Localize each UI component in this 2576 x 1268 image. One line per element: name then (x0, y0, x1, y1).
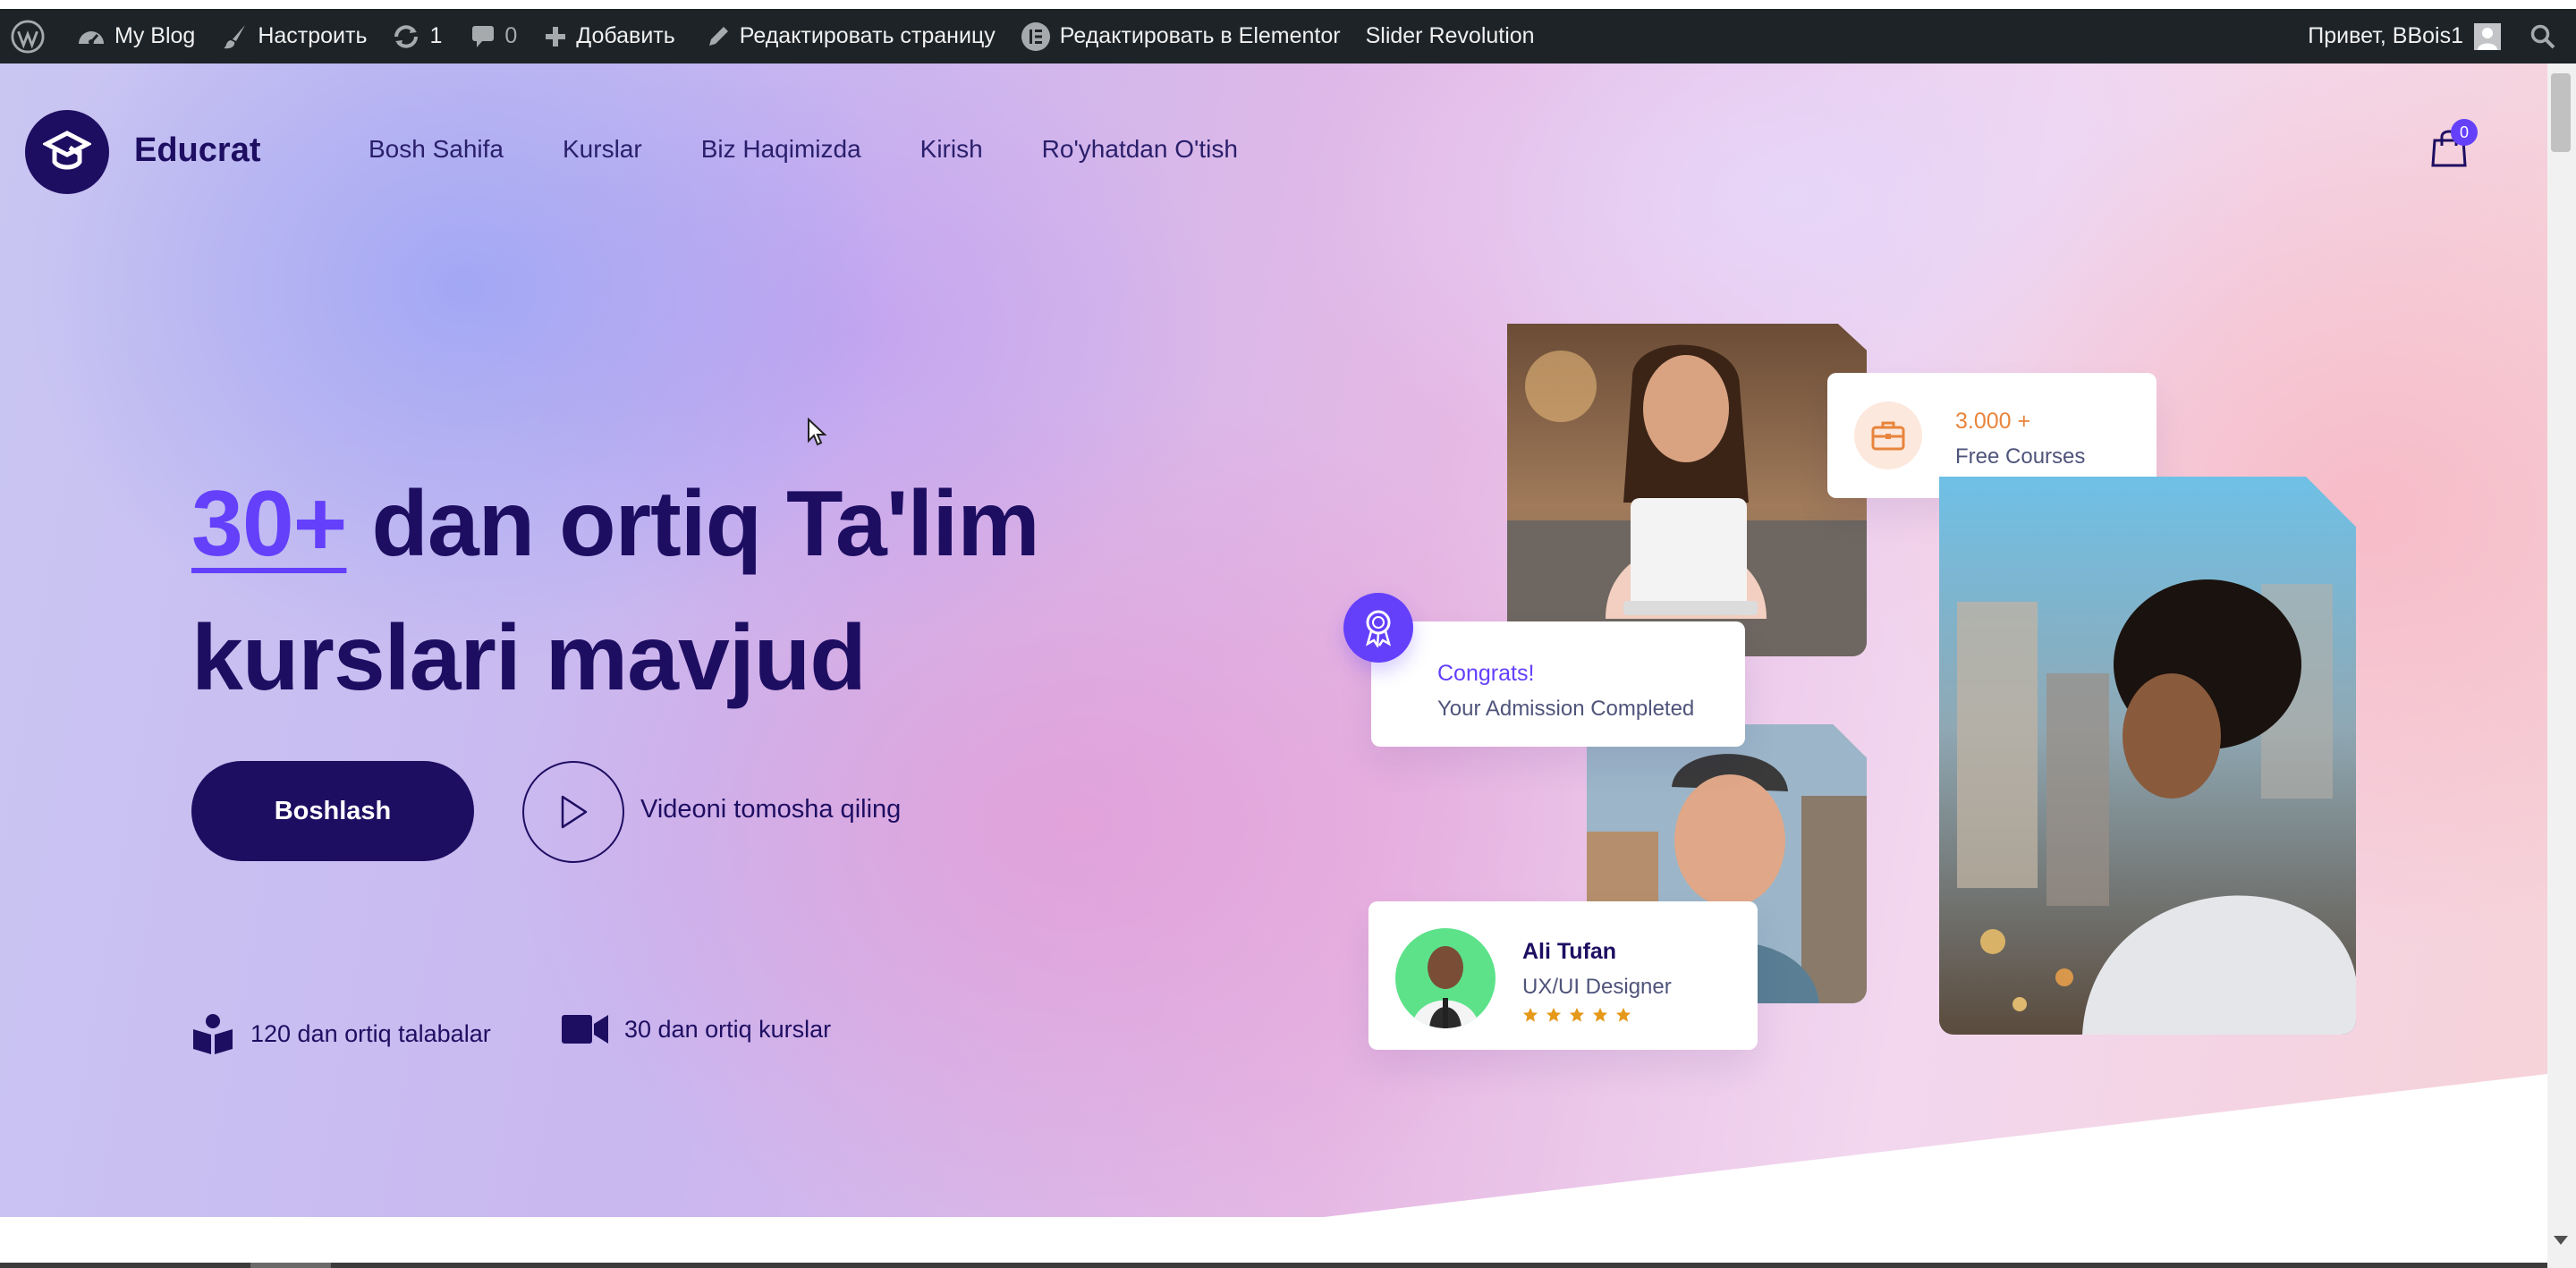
start-button[interactable]: Boshlash (191, 761, 474, 861)
brush-icon (224, 24, 246, 48)
stat-courses-label: 30 dan ortiq kurslar (624, 1015, 832, 1043)
slider-revolution-link[interactable]: Slider Revolution (1353, 9, 1547, 63)
nav-item-courses[interactable]: Kurslar (563, 135, 642, 164)
mouse-cursor (808, 418, 827, 446)
avatar (2474, 22, 2501, 50)
comments-link[interactable]: 0 (454, 9, 530, 63)
updates-link[interactable]: 1 (379, 9, 454, 63)
admin-bar-right: Привет, BBois1 (2295, 9, 2576, 63)
star-icon (1592, 1007, 1608, 1022)
scroll-down-arrow-icon[interactable] (2554, 1236, 2568, 1245)
hero-bottom-wave (1324, 1074, 2547, 1217)
vertical-scrollbar-thumb[interactable] (2551, 73, 2571, 152)
congrats-title: Congrats! (1437, 661, 1535, 686)
site-name-menu[interactable]: My Blog (57, 9, 208, 63)
updates-count: 1 (429, 23, 443, 48)
photo-student-laptop (1507, 324, 1867, 656)
window-top-edge (0, 0, 2576, 9)
nav-item-register[interactable]: Ro'yhatdan O'tish (1042, 135, 1238, 164)
nav-item-login[interactable]: Kirish (920, 135, 983, 164)
star-icon (1569, 1007, 1585, 1022)
free-courses-value: 3.000 + (1955, 409, 2031, 434)
vertical-scrollbar[interactable] (2547, 63, 2576, 1268)
add-new-menu[interactable]: Добавить (530, 9, 688, 63)
headline-accent: 30+ (191, 472, 347, 576)
congrats-card: Congrats! Your Admission Completed (1371, 621, 1745, 747)
plus-icon (546, 26, 566, 46)
dashboard-icon (79, 30, 104, 45)
star-icon (1615, 1007, 1631, 1022)
award-badge (1343, 593, 1413, 663)
search-icon (2530, 24, 2555, 48)
instructor-name: Ali Tufan (1522, 939, 1617, 964)
photo-woman-city (1939, 477, 2356, 1035)
hero-section: Educrat Bosh Sahifa Kurslar Biz Haqimizd… (0, 63, 2547, 1217)
nav-item-about[interactable]: Biz Haqimizda (701, 135, 861, 164)
logo-badge[interactable] (25, 110, 109, 194)
edit-elementor-label: Редактировать в Elementor (1059, 23, 1341, 48)
logo-text[interactable]: Educrat (134, 131, 260, 170)
star-icon (1546, 1007, 1562, 1022)
stat-students-label: 120 dan ortiq talabalar (250, 1019, 491, 1047)
horizontal-scrollbar-thumb[interactable] (250, 1263, 331, 1268)
slider-revolution-label: Slider Revolution (1365, 23, 1535, 48)
edit-page-link[interactable]: Редактировать страницу (688, 9, 1008, 63)
pencil-icon (708, 26, 728, 46)
instructor-role: UX/UI Designer (1522, 975, 1672, 999)
edit-elementor-link[interactable]: Редактировать в Elementor (1008, 9, 1353, 63)
customize-label: Настроить (258, 23, 368, 48)
instructor-avatar (1395, 928, 1496, 1028)
horizontal-scrollbar[interactable] (0, 1263, 2547, 1268)
stat-courses: 30 dan ortiq kurslar (562, 1013, 831, 1045)
cart-count-badge: 0 (2451, 119, 2478, 146)
updates-icon (394, 24, 419, 48)
star-icon (1522, 1007, 1538, 1022)
elementor-icon (1021, 21, 1050, 51)
wp-logo-menu[interactable] (0, 9, 57, 63)
free-courses-label: Free Courses (1955, 444, 2086, 469)
book-reader-icon (191, 1013, 234, 1054)
wp-admin-bar: My Blog Настроить 1 0 Добавить Редактиро… (0, 9, 2576, 63)
hero-headline: 30+ dan ortiq Ta'lim kurslari mavjud (191, 457, 1265, 725)
add-new-label: Добавить (576, 23, 675, 48)
my-account-menu[interactable]: Привет, BBois1 (2295, 9, 2517, 63)
video-label[interactable]: Videoni tomosha qiling (640, 795, 901, 824)
briefcase-icon-circle (1854, 402, 1922, 469)
customize-link[interactable]: Настроить (208, 9, 379, 63)
briefcase-icon (1871, 421, 1905, 451)
site-name-label: My Blog (114, 23, 196, 48)
play-icon (561, 795, 588, 829)
video-camera-icon (562, 1013, 608, 1045)
wordpress-icon (11, 19, 45, 54)
logo-icon (43, 131, 91, 170)
main-nav: Bosh Sahifa Kurslar Biz Haqimizda Kirish… (369, 135, 1297, 164)
comment-icon (472, 25, 495, 47)
instructor-card: Ali Tufan UX/UI Designer (1368, 901, 1758, 1050)
congrats-text: Your Admission Completed (1437, 697, 1695, 721)
greeting-label: Привет, BBois1 (2308, 23, 2463, 48)
edit-page-label: Редактировать страницу (739, 23, 996, 48)
admin-search[interactable] (2517, 9, 2576, 63)
stat-students: 120 dan ortiq talabalar (191, 1013, 491, 1054)
comments-count: 0 (504, 23, 518, 48)
rating-stars (1522, 1007, 1631, 1023)
award-icon (1365, 610, 1392, 647)
nav-item-home[interactable]: Bosh Sahifa (369, 135, 504, 164)
play-video-button[interactable] (522, 761, 624, 863)
